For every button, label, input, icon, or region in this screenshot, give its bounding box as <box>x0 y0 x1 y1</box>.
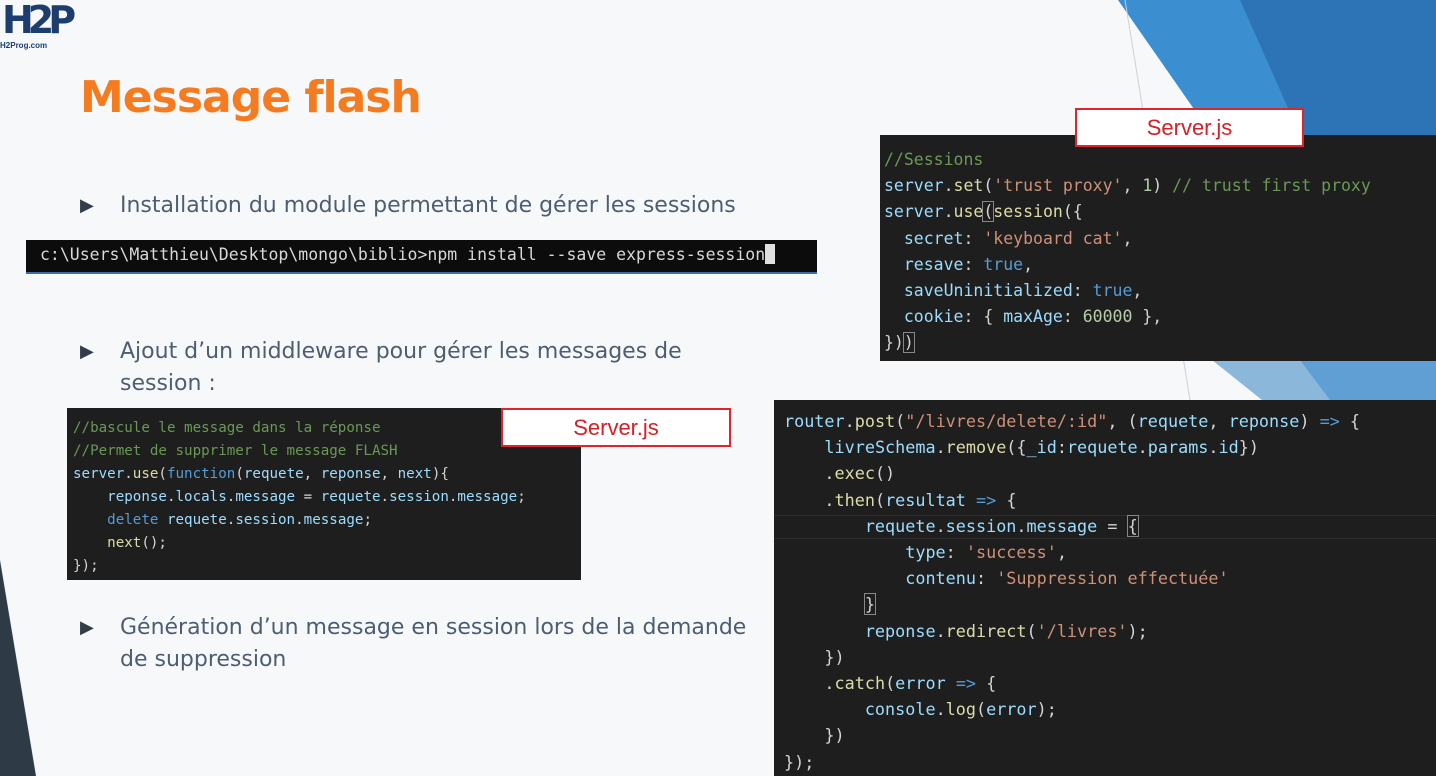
bullet-text-line-2: session : <box>120 371 216 396</box>
slide-title: Message flash <box>80 72 422 123</box>
logo: H2P H2Prog.com <box>0 0 76 52</box>
bullet-arrow-icon: ▶ <box>80 341 94 362</box>
code-line: //Permet de supprimer le message FLASH <box>73 443 398 459</box>
logo-mark: H2P <box>2 0 76 42</box>
bullet-arrow-icon: ▶ <box>80 195 94 216</box>
code-line: //Sessions <box>884 150 984 169</box>
bullet-generation: ▶ Génération d’un message en session lor… <box>80 612 746 676</box>
bullet-text-line-1: Ajout d’un middleware pour gérer les mes… <box>120 339 682 364</box>
terminal-cursor <box>765 244 776 264</box>
server-js-label-middleware: Server.js <box>501 408 731 447</box>
code-block-delete-route: router.post("/livres/delete/:id", (reque… <box>774 400 1436 776</box>
bullet-arrow-icon: ▶ <box>80 617 94 638</box>
server-js-label-top: Server.js <box>1075 108 1304 147</box>
bullet-install: ▶ Installation du module permettant de g… <box>80 190 736 222</box>
slide: H2P H2Prog.com Message flash ▶ Installat… <box>0 0 1436 776</box>
logo-text: H2Prog.com <box>0 41 48 50</box>
bullet-text: Installation du module permettant de gér… <box>120 193 736 218</box>
code-block-sessions: //Sessions server.set('trust proxy', 1) … <box>880 135 1436 361</box>
terminal: c:\Users\Matthieu\Desktop\mongo\biblio>n… <box>26 240 817 274</box>
bullet-middleware: ▶ Ajout d’un middleware pour gérer les m… <box>80 336 682 400</box>
code-line: //bascule le message dans la réponse <box>73 420 381 436</box>
bullet-text-line-2: de suppression <box>120 647 287 672</box>
bullet-text-line-1: Génération d’un message en session lors … <box>120 615 747 640</box>
terminal-command: c:\Users\Matthieu\Desktop\mongo\biblio>n… <box>40 244 776 264</box>
